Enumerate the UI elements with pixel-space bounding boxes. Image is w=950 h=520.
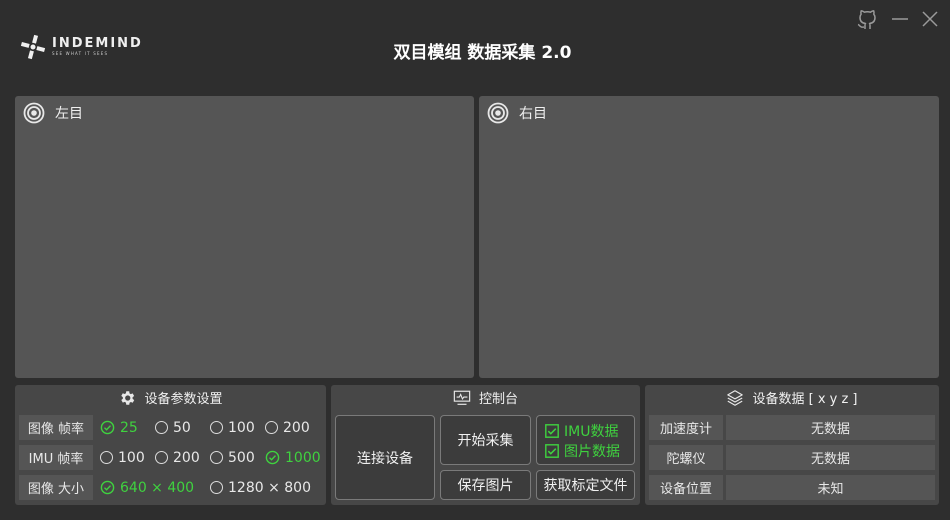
device-position-label: 设备位置 xyxy=(649,475,723,500)
right-camera-view: 右目 xyxy=(479,96,939,378)
github-icon[interactable] xyxy=(856,8,878,30)
image-fps-option-100[interactable]: 100 xyxy=(210,415,255,440)
radio-icon xyxy=(155,421,168,434)
get-calibration-file-button[interactable]: 获取标定文件 xyxy=(536,470,635,500)
image-size-option-640[interactable]: 640 × 400 xyxy=(100,475,194,500)
image-size-label: 图像 大小 xyxy=(19,475,93,500)
radio-icon xyxy=(210,481,223,494)
image-data-checkbox[interactable]: 图片数据 xyxy=(545,441,620,461)
imu-fps-option-100[interactable]: 100 xyxy=(100,445,145,470)
checkbox-checked-icon xyxy=(545,444,559,458)
radio-icon xyxy=(210,421,223,434)
radio-icon xyxy=(155,451,168,464)
imu-data-checkbox[interactable]: IMU数据 xyxy=(545,421,618,441)
title-bar: INDEMIND SEE WHAT IT SEES 双目模组 数据采集 2.0 xyxy=(0,0,950,90)
imu-fps-option-1000[interactable]: 1000 xyxy=(265,445,321,470)
device-position-row: 设备位置 未知 xyxy=(649,475,935,500)
camera-lens-icon xyxy=(487,102,509,124)
check-circle-icon xyxy=(100,480,115,495)
device-data-panel: 设备数据 [ x y z ] 加速度计 无数据 陀螺仪 无数据 设备位置 未知 xyxy=(645,385,939,505)
connect-device-button[interactable]: 连接设备 xyxy=(335,415,435,500)
imu-fps-option-200[interactable]: 200 xyxy=(155,445,200,470)
settings-panel-title: 设备参数设置 xyxy=(144,392,223,407)
radio-icon xyxy=(265,421,278,434)
device-position-value: 未知 xyxy=(726,475,935,500)
right-view-label: 右目 xyxy=(519,106,547,122)
control-panel: 控制台 连接设备 开始采集 保存图片 获取标定文件 IMU数据 图片数据 xyxy=(331,385,640,505)
accelerometer-label: 加速度计 xyxy=(649,415,723,440)
imu-fps-row: IMU 帧率 xyxy=(19,445,93,470)
gear-icon xyxy=(121,390,135,405)
monitor-pulse-icon xyxy=(453,390,471,405)
left-camera-view: 左目 xyxy=(15,96,474,378)
save-image-button[interactable]: 保存图片 xyxy=(440,470,531,500)
image-size-option-1280[interactable]: 1280 × 800 xyxy=(210,475,311,500)
image-fps-option-200[interactable]: 200 xyxy=(265,415,310,440)
camera-lens-icon xyxy=(23,102,45,124)
check-circle-icon xyxy=(265,450,280,465)
image-fps-option-25[interactable]: 25 xyxy=(100,415,138,440)
check-circle-icon xyxy=(100,420,115,435)
accelerometer-value: 无数据 xyxy=(726,415,935,440)
radio-icon xyxy=(210,451,223,464)
gyroscope-value: 无数据 xyxy=(726,445,935,470)
accelerometer-row: 加速度计 无数据 xyxy=(649,415,935,440)
app-title: 双目模组 数据采集 2.0 xyxy=(393,43,572,63)
imu-fps-option-500[interactable]: 500 xyxy=(210,445,255,470)
start-capture-button[interactable]: 开始采集 xyxy=(440,415,531,465)
control-panel-title: 控制台 xyxy=(478,392,518,407)
gyroscope-row: 陀螺仪 无数据 xyxy=(649,445,935,470)
minimize-icon[interactable] xyxy=(889,8,911,30)
device-settings-panel: 设备参数设置 图像 帧率 25 50 100 200 IMU 帧率 100 20… xyxy=(15,385,326,505)
imu-fps-label: IMU 帧率 xyxy=(19,445,93,470)
layers-icon xyxy=(727,389,744,406)
close-icon[interactable] xyxy=(919,8,941,30)
left-view-label: 左目 xyxy=(55,106,83,122)
radio-icon xyxy=(100,451,113,464)
device-data-panel-title: 设备数据 [ x y z ] xyxy=(752,392,858,407)
image-size-row: 图像 大小 xyxy=(19,475,93,500)
image-fps-label: 图像 帧率 xyxy=(19,415,93,440)
gyroscope-label: 陀螺仪 xyxy=(649,445,723,470)
image-fps-row: 图像 帧率 xyxy=(19,415,93,440)
image-fps-option-50[interactable]: 50 xyxy=(155,415,191,440)
checkbox-checked-icon xyxy=(545,424,559,438)
